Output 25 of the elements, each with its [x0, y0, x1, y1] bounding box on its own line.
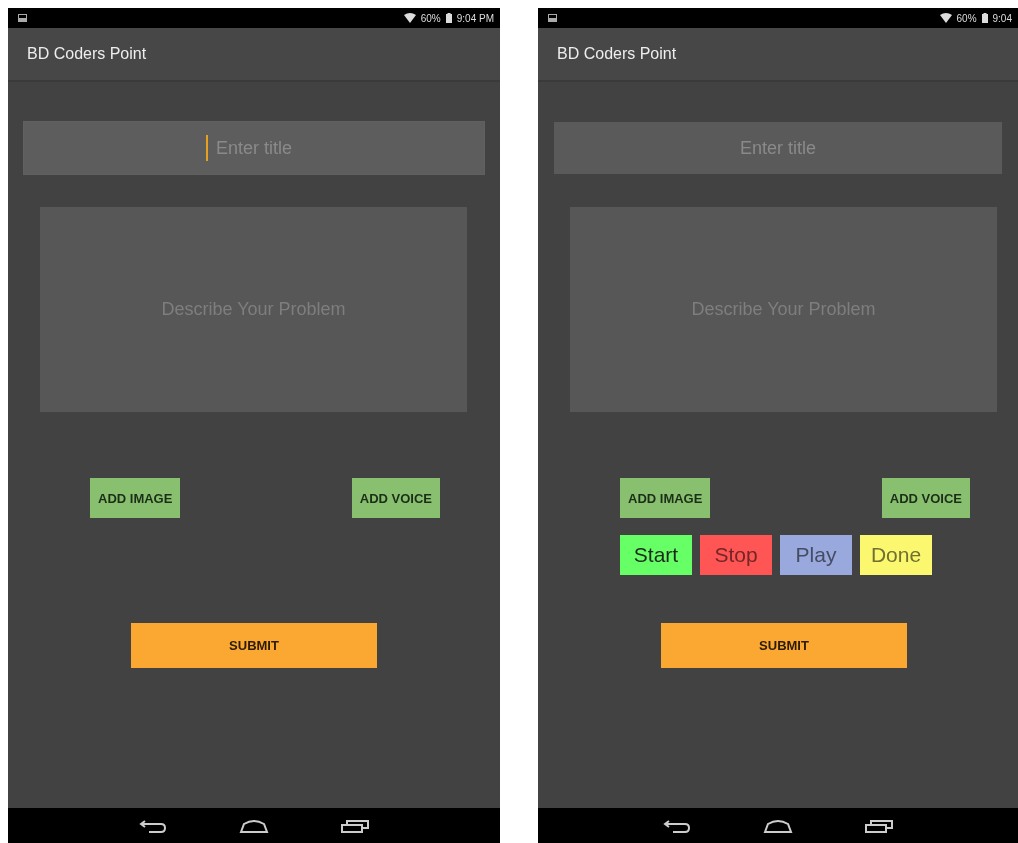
back-icon[interactable] [663, 817, 691, 834]
submit-button[interactable]: SUBMIT [661, 623, 907, 668]
recents-icon[interactable] [341, 818, 369, 833]
clock-time: 9:04 [992, 12, 1012, 24]
recorder-button[interactable]: Start [620, 535, 692, 575]
app-title: BD Coders Point [557, 45, 677, 63]
recents-icon[interactable] [865, 818, 893, 833]
wifi-icon [939, 13, 952, 23]
add-button[interactable]: ADD IMAGE [90, 478, 181, 518]
add-button[interactable]: ADD VOICE [351, 478, 440, 518]
add-button[interactable]: ADD IMAGE [620, 478, 711, 518]
back-icon[interactable] [139, 817, 167, 834]
app-title: BD Coders Point [27, 45, 147, 63]
home-icon[interactable] [239, 818, 269, 833]
clock-time: 9:04 PM [456, 12, 494, 24]
battery-icon [981, 13, 988, 23]
wifi-icon [403, 13, 416, 23]
submit-button[interactable]: SUBMIT [131, 623, 377, 668]
battery-percent: 60% [956, 12, 977, 24]
battery-icon [445, 13, 452, 23]
notification-icon [18, 14, 27, 22]
home-icon[interactable] [763, 818, 793, 833]
notification-icon [548, 14, 557, 22]
add-button[interactable]: ADD VOICE [881, 478, 970, 518]
battery-percent: 60% [420, 12, 441, 24]
